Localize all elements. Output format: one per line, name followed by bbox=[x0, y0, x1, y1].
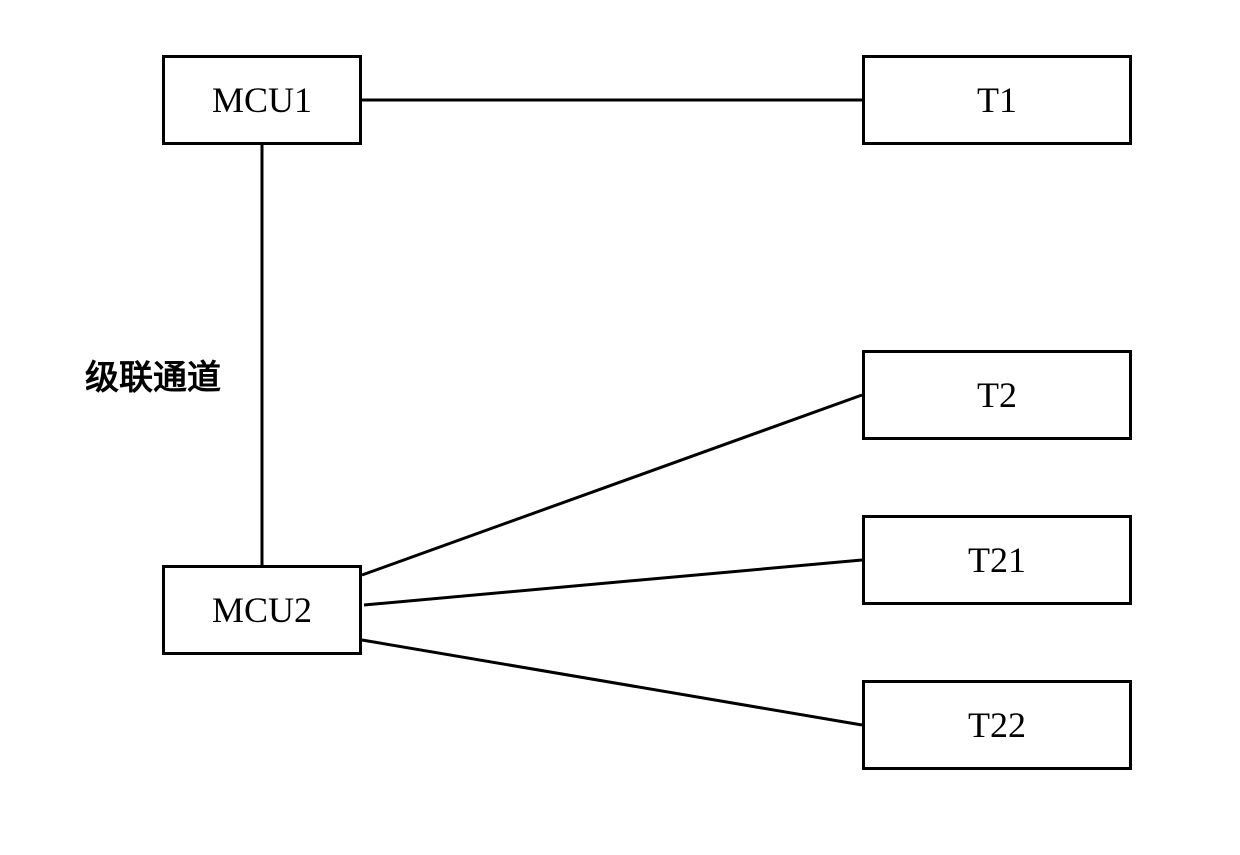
cascade-channel-label: 级联通道 bbox=[85, 350, 221, 399]
node-t22: T22 bbox=[862, 680, 1132, 770]
line-mcu2-t21 bbox=[364, 560, 862, 605]
node-mcu2: MCU2 bbox=[162, 565, 362, 655]
node-t2: T2 bbox=[862, 350, 1132, 440]
node-t22-label: T22 bbox=[968, 704, 1026, 746]
node-t1-label: T1 bbox=[977, 79, 1017, 121]
node-mcu1: MCU1 bbox=[162, 55, 362, 145]
node-t1: T1 bbox=[862, 55, 1132, 145]
node-t2-label: T2 bbox=[977, 374, 1017, 416]
node-mcu2-label: MCU2 bbox=[212, 589, 312, 631]
line-mcu2-t2 bbox=[362, 395, 862, 575]
node-t21: T21 bbox=[862, 515, 1132, 605]
node-mcu1-label: MCU1 bbox=[212, 79, 312, 121]
node-t21-label: T21 bbox=[968, 539, 1026, 581]
line-mcu2-t22 bbox=[362, 640, 862, 725]
